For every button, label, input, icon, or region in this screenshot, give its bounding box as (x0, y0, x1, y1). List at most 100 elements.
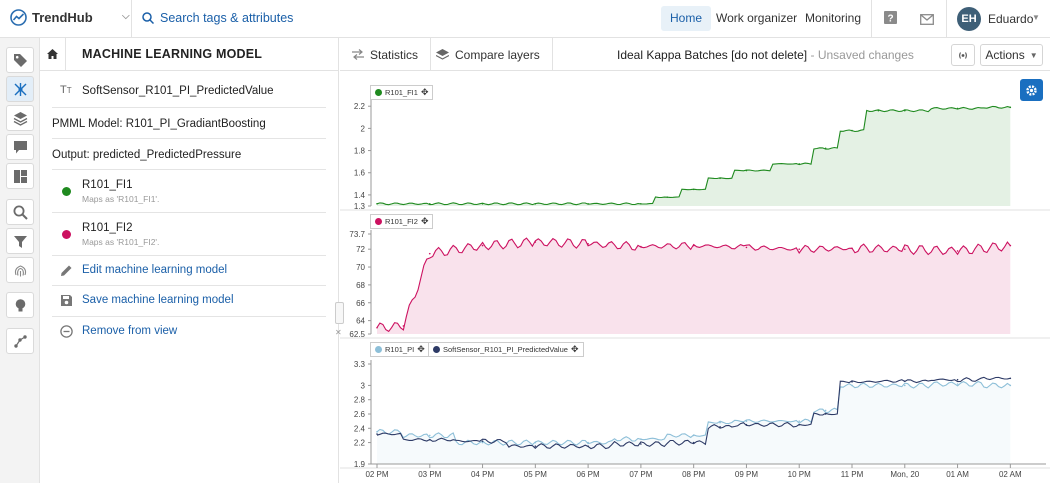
mail-icon[interactable] (920, 12, 934, 30)
filter-icon (13, 235, 27, 248)
x-tick-label: 10 PM (788, 470, 811, 479)
data-point (851, 381, 853, 383)
tool-rail (0, 38, 40, 483)
lightbulb-icon (15, 298, 25, 311)
data-point (851, 247, 853, 250)
legend-label: R101_FI2 (385, 217, 418, 226)
data-point (692, 441, 695, 444)
filter-tool-button[interactable] (6, 228, 34, 254)
data-point (587, 202, 589, 205)
series-color-dot (375, 346, 382, 353)
worksheet-title[interactable]: Ideal Kappa Batches [do not delete] - Un… (617, 48, 914, 62)
insights-tool-button[interactable] (6, 292, 34, 318)
data-point (956, 250, 959, 252)
actions-dropdown[interactable]: Actions ▼ (980, 44, 1043, 66)
chevron-down-icon[interactable]: ▼ (1032, 13, 1040, 22)
data-point (640, 443, 642, 445)
signal-color-dot (62, 187, 71, 196)
home-icon (47, 49, 58, 59)
data-point (534, 441, 537, 444)
series-area (377, 381, 1011, 464)
avatar[interactable]: EH (957, 7, 981, 31)
gear-icon (1026, 84, 1037, 96)
fingerprint-tool-button[interactable] (6, 257, 34, 283)
legend-label: R101_PI (385, 345, 415, 354)
nav-home[interactable]: Home (661, 6, 712, 31)
y-tick-label: 72 (356, 245, 365, 254)
legend-softsensor[interactable]: SoftSensor_R101_PI_PredictedValue ✥ (428, 342, 584, 357)
y-tick-label: 68 (356, 281, 365, 290)
swap-arrows-icon (352, 49, 364, 60)
x-tick-label: 08 PM (682, 470, 705, 479)
caret-down-icon: ▼ (1029, 50, 1038, 60)
move-icon[interactable]: ✥ (417, 344, 425, 355)
remove-circle-icon (60, 325, 73, 338)
data-point (692, 244, 695, 247)
x-tick-label: 02 AM (999, 470, 1022, 479)
signal-row[interactable]: R101_FI1 Maps as 'R101_FI1'. (52, 170, 326, 213)
data-point (903, 248, 906, 250)
x-tick-label: 06 PM (577, 470, 600, 479)
magnifier-icon (13, 205, 28, 220)
data-point (903, 109, 906, 112)
remove-from-view-label: Remove from view (82, 325, 178, 337)
series-color-dot (375, 218, 382, 225)
layers-tool-button[interactable] (6, 105, 34, 131)
legend-r101-pi[interactable]: R101_PI ✥ (370, 342, 430, 357)
signal-row[interactable]: R101_FI2 Maps as 'R101_FI2'. (52, 213, 326, 256)
search-label: Search tags & attributes (160, 11, 294, 25)
network-icon (14, 82, 26, 96)
legend-r101-fi2[interactable]: R101_FI2 ✥ (370, 214, 434, 229)
y-tick-label: 64 (356, 317, 365, 326)
trend-charts[interactable]: 1.3 1.4 1.6 1.8 2 2.2 62.5 64 66 68 70 72 73.7 1.9 2.2… (340, 72, 1050, 483)
x-tick-label: 05 PM (524, 470, 547, 479)
compare-layers-button[interactable]: Compare layers (424, 38, 553, 71)
legend-label: SoftSensor_R101_PI_PredictedValue (443, 345, 568, 354)
move-icon[interactable]: ✥ (571, 344, 579, 355)
search-tool-button[interactable] (6, 199, 34, 225)
dashboard-tool-button[interactable] (6, 163, 34, 189)
edit-model-label: Edit machine learning model (82, 264, 228, 276)
data-point (534, 202, 537, 205)
nav-work-organizer[interactable]: Work organizer (707, 6, 806, 31)
statistics-button[interactable]: Statistics (340, 38, 432, 71)
search-tags-button[interactable]: Search tags & attributes (142, 11, 293, 25)
tag-tool-button[interactable] (6, 47, 34, 73)
data-point (481, 441, 484, 444)
dashboard-icon (13, 169, 27, 183)
compare-layers-label: Compare layers (455, 47, 540, 62)
help-icon[interactable]: ? (884, 11, 897, 31)
user-name[interactable]: Eduardo (988, 12, 1033, 26)
broadcast-button[interactable] (951, 44, 975, 66)
chart-settings-button[interactable] (1020, 79, 1043, 101)
scatter-tool-button[interactable] (6, 328, 34, 354)
data-point (824, 409, 827, 412)
data-point (903, 384, 906, 387)
output-tag-row[interactable]: TT SoftSensor_R101_PI_PredictedValue (52, 71, 326, 108)
remove-from-view-button[interactable]: Remove from view (52, 317, 326, 347)
statistics-label: Statistics (370, 47, 419, 62)
data-point (798, 163, 801, 165)
move-icon[interactable]: ✥ (421, 87, 429, 98)
panel-header: MACHINE LEARNING MODEL (40, 37, 338, 71)
nav-monitoring[interactable]: Monitoring (796, 6, 870, 31)
data-point (428, 434, 431, 437)
move-icon[interactable]: ✥ (421, 216, 429, 227)
save-model-label: Save machine learning model (82, 294, 234, 306)
series-color-dot (433, 346, 440, 353)
data-point (745, 246, 748, 249)
legend-r101-fi1[interactable]: R101_FI1 ✥ (370, 85, 434, 100)
actions-label: Actions (985, 48, 1025, 62)
chevron-down-icon[interactable]: ⌵ (122, 11, 130, 22)
data-point (798, 420, 801, 422)
machine-learning-tool-button[interactable] (6, 76, 34, 102)
home-button[interactable] (40, 37, 66, 71)
save-model-button[interactable]: Save machine learning model (52, 286, 326, 316)
app-name: TrendHub (32, 10, 93, 25)
app-logo[interactable]: TrendHub ⌵ (10, 9, 130, 26)
edit-model-button[interactable]: Edit machine learning model (52, 256, 326, 286)
annotation-tool-button[interactable] (6, 134, 34, 160)
trend-chart-area[interactable]: 1.3 1.4 1.6 1.8 2 2.2 62.5 64 66 68 70 72 73.7 1.9 2.2… (340, 72, 1050, 483)
comment-icon (13, 140, 27, 153)
signal-name: R101_FI2 (82, 222, 133, 234)
